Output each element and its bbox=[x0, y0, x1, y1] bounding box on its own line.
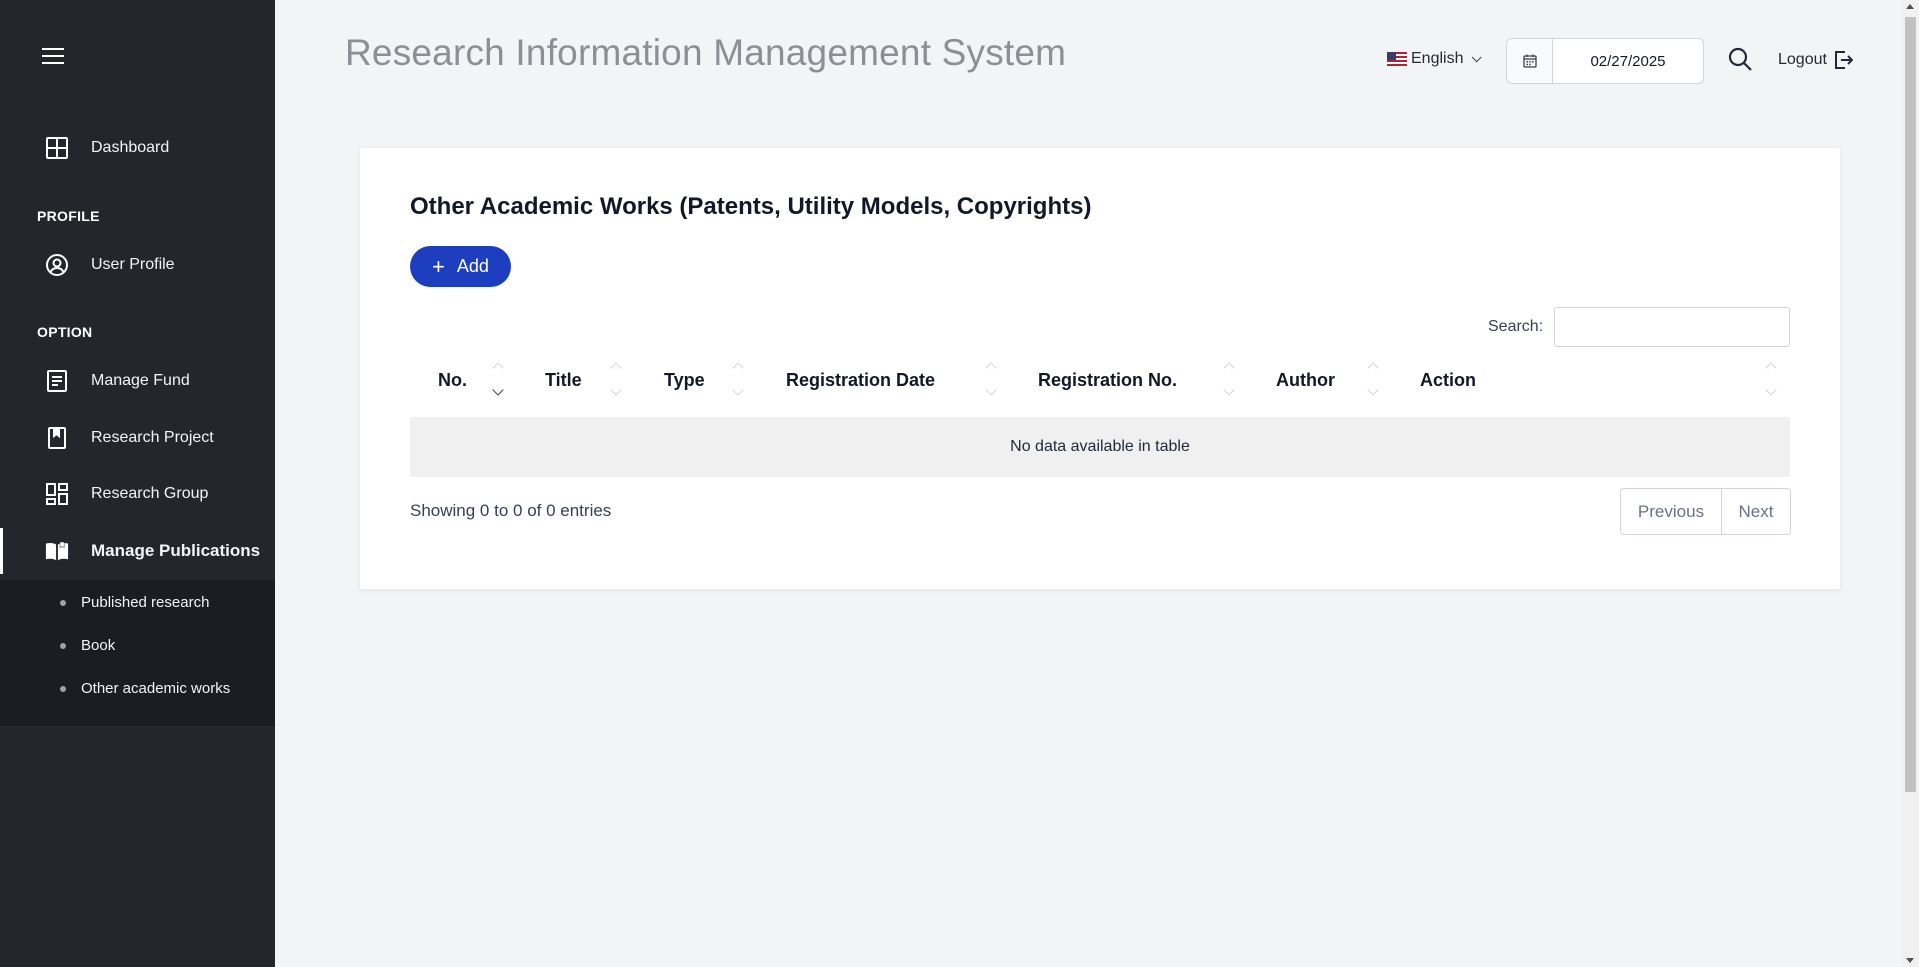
scrollbar-thumb[interactable] bbox=[1905, 17, 1916, 792]
sort-icon bbox=[1367, 360, 1379, 400]
sort-icon bbox=[1765, 360, 1777, 400]
sidebar-item-label: Dashboard bbox=[91, 139, 170, 156]
date-picker[interactable]: 02/27/2025 bbox=[1506, 38, 1704, 84]
bookmark-book-icon bbox=[45, 426, 69, 450]
calendar-icon[interactable] bbox=[1507, 39, 1553, 83]
submenu-item-label: Book bbox=[81, 637, 116, 654]
section-label-profile: PROFILE bbox=[37, 208, 100, 224]
scroll-down-arrow-icon[interactable] bbox=[1906, 958, 1914, 963]
section-label-option: OPTION bbox=[37, 324, 93, 340]
column-header-type[interactable]: Type bbox=[664, 354, 705, 406]
add-button[interactable]: + Add bbox=[410, 246, 511, 287]
add-button-label: Add bbox=[456, 256, 489, 276]
column-header-registration-date[interactable]: Registration Date bbox=[786, 354, 935, 406]
column-label: Registration Date bbox=[786, 369, 936, 390]
submenu-item-published-research[interactable]: Published research bbox=[60, 594, 209, 611]
sort-icon bbox=[985, 360, 997, 400]
column-label: Type bbox=[664, 369, 705, 390]
date-value[interactable]: 02/27/2025 bbox=[1553, 39, 1703, 83]
sidebar-item-label: Manage Publications bbox=[91, 541, 261, 560]
submenu-item-book[interactable]: Book bbox=[60, 637, 115, 654]
table-empty-row: No data available in table bbox=[410, 417, 1790, 477]
column-label: Title bbox=[545, 369, 582, 390]
sort-icon bbox=[1223, 360, 1235, 400]
sort-icon bbox=[610, 360, 622, 400]
grid-icon bbox=[45, 136, 69, 160]
sidebar-item-label: Manage Fund bbox=[91, 372, 190, 389]
column-header-registration-no[interactable]: Registration No. bbox=[1038, 354, 1177, 406]
bullet-icon bbox=[60, 599, 66, 606]
previous-page-button[interactable]: Previous bbox=[1621, 489, 1722, 534]
logout-icon bbox=[1834, 51, 1853, 69]
column-label: Author bbox=[1276, 369, 1335, 390]
publications-submenu: Published research Book Other academic w… bbox=[0, 580, 275, 726]
sort-icon bbox=[492, 360, 504, 400]
language-selector[interactable]: English bbox=[1387, 50, 1483, 68]
logout-button[interactable]: Logout bbox=[1778, 50, 1853, 70]
sidebar-item-label: Research Group bbox=[91, 485, 209, 502]
chevron-down-icon bbox=[1472, 51, 1483, 62]
submenu-item-label: Published research bbox=[81, 594, 210, 611]
user-circle-icon bbox=[45, 253, 69, 277]
sort-icon bbox=[732, 360, 744, 400]
column-label: Registration No. bbox=[1038, 369, 1178, 390]
content-card: Other Academic Works (Patents, Utility M… bbox=[360, 148, 1840, 589]
next-page-button[interactable]: Next bbox=[1722, 489, 1790, 534]
language-label: English bbox=[1411, 50, 1464, 67]
section-title: Other Academic Works (Patents, Utility M… bbox=[410, 193, 1092, 220]
column-label: No. bbox=[438, 369, 467, 390]
search-icon[interactable] bbox=[1727, 46, 1753, 72]
sidebar-item-user-profile[interactable]: User Profile bbox=[0, 242, 275, 288]
logout-label: Logout bbox=[1778, 51, 1827, 68]
column-label: Action bbox=[1420, 369, 1476, 390]
pagination: Previous Next bbox=[1620, 488, 1791, 535]
table-header: No. Title Type Registration Date Registr… bbox=[410, 354, 1790, 406]
menu-toggle-icon[interactable] bbox=[42, 48, 64, 66]
table-search-input[interactable] bbox=[1554, 307, 1790, 347]
document-list-icon bbox=[45, 369, 69, 393]
table-info: Showing 0 to 0 of 0 entries bbox=[410, 501, 612, 520]
column-header-action[interactable]: Action bbox=[1420, 354, 1476, 406]
plus-icon: + bbox=[432, 253, 445, 279]
dashboard-grid-icon bbox=[45, 482, 69, 506]
open-book-icon bbox=[45, 539, 69, 563]
page-scrollbar[interactable] bbox=[1902, 0, 1919, 967]
sidebar-item-research-project[interactable]: Research Project bbox=[0, 415, 275, 461]
submenu-item-other-academic-works[interactable]: Other academic works bbox=[60, 680, 230, 697]
column-header-title[interactable]: Title bbox=[545, 354, 582, 406]
scroll-up-arrow-icon[interactable] bbox=[1906, 4, 1914, 9]
sidebar-item-manage-publications[interactable]: Manage Publications bbox=[0, 528, 275, 574]
sidebar-item-dashboard[interactable]: Dashboard bbox=[0, 125, 275, 171]
column-header-no[interactable]: No. bbox=[438, 354, 467, 406]
sidebar-item-research-group[interactable]: Research Group bbox=[0, 471, 275, 517]
search-label: Search: bbox=[1488, 318, 1544, 335]
page-title: Research Information Management System bbox=[345, 32, 1067, 73]
bullet-icon bbox=[60, 685, 66, 692]
sidebar-item-manage-fund[interactable]: Manage Fund bbox=[0, 358, 275, 404]
us-flag-icon bbox=[1387, 52, 1407, 66]
sidebar-item-label: User Profile bbox=[91, 256, 175, 273]
column-header-author[interactable]: Author bbox=[1276, 354, 1335, 406]
sidebar-item-label: Research Project bbox=[91, 429, 214, 446]
bullet-icon bbox=[60, 642, 66, 649]
submenu-item-label: Other academic works bbox=[81, 680, 231, 697]
sidebar: Dashboard PROFILE User Profile OPTION Ma… bbox=[0, 0, 275, 967]
